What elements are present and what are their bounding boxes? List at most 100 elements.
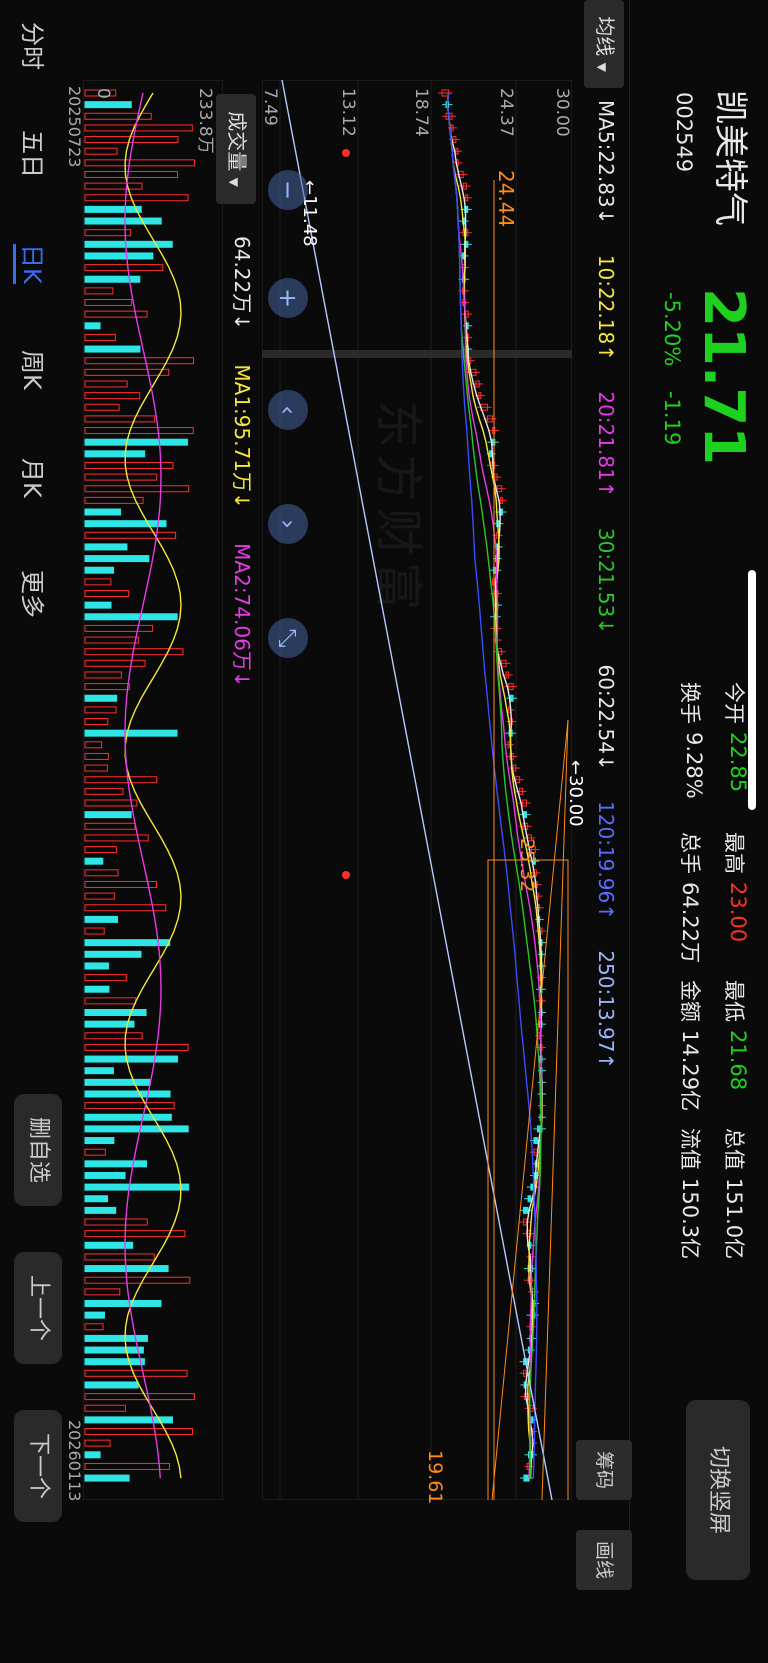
high-annotation: 24.44 <box>494 170 518 228</box>
volume-bar <box>84 915 118 923</box>
draw-line-button[interactable]: 画线 <box>576 1530 632 1590</box>
volume-bar <box>84 1428 194 1436</box>
volume-bar <box>84 997 137 1005</box>
volume-bar <box>84 1113 172 1121</box>
volume-bar <box>84 811 132 819</box>
volume-bar <box>84 1311 105 1319</box>
ma-selector-label: 均线 <box>593 16 617 57</box>
volume-bar <box>84 1369 188 1377</box>
ma-values: MA5:22.83↓ 10:22.18↑ 20:21.81↑ 30:21.53↓… <box>594 100 618 1093</box>
scroll-right-icon[interactable]: › <box>268 504 308 544</box>
volume-chart[interactable] <box>83 80 223 1500</box>
volume-bar <box>84 1160 148 1168</box>
zoom-in-icon[interactable]: + <box>268 278 308 318</box>
volume-bar <box>84 880 158 888</box>
volume-bar <box>84 1171 126 1179</box>
tab-2[interactable]: 日K <box>17 244 52 284</box>
volume-bar <box>84 427 194 435</box>
volume-bar <box>84 275 141 283</box>
volume-ma1: MA1:95.71万↓ <box>230 364 254 509</box>
volume-bar <box>84 310 148 318</box>
scroll-left-icon[interactable]: ‹ <box>268 390 308 430</box>
tab-5[interactable]: 更多 <box>17 570 52 618</box>
volume-bar <box>84 706 117 714</box>
candle-body <box>533 1137 538 1145</box>
tab-4[interactable]: 月K <box>17 458 52 498</box>
volume-bar <box>84 555 150 563</box>
reset-icon[interactable]: ⤡ <box>268 618 308 658</box>
volume-bar <box>84 159 196 167</box>
volume-bar <box>84 299 132 307</box>
ma30-value: 30:21.53↓ <box>594 527 618 635</box>
current-price: 21.71 <box>691 288 756 466</box>
volume-bar <box>84 345 141 353</box>
switch-portrait-button[interactable]: 切换竖屏 <box>686 1400 750 1580</box>
volume-value: 64.22万↓ <box>230 236 254 331</box>
volume-bar <box>84 357 195 365</box>
max-marker: ←30.00 <box>565 760 586 827</box>
volume-bar <box>84 799 138 807</box>
volume-bar <box>84 787 124 795</box>
stat-label: 最高 <box>722 832 746 874</box>
volume-bar <box>84 1253 155 1261</box>
volume-bar <box>84 1462 170 1470</box>
volume-bar <box>84 322 101 330</box>
volume-bar <box>84 1183 190 1191</box>
candle-body <box>527 1195 532 1203</box>
volume-bar <box>84 741 103 749</box>
price-change: -5.20% -1.19 <box>660 292 684 463</box>
zoom-out-icon[interactable]: − <box>268 170 308 210</box>
volume-bar <box>84 252 154 260</box>
volume-bar <box>84 683 130 691</box>
volume-bar <box>84 1358 145 1366</box>
tab-0[interactable]: 分时 <box>17 22 52 70</box>
marker-dot <box>342 149 350 157</box>
candle-body <box>489 450 493 458</box>
stat-label: 今开 <box>722 682 746 724</box>
date-end: 20260113 <box>65 1420 84 1502</box>
range-low-annotation: 19.61 <box>424 1450 446 1505</box>
ma120-value: 120:19.96↑ <box>594 801 618 920</box>
volume-bar <box>84 543 128 551</box>
volume-bar <box>84 671 122 679</box>
ma60-value: 60:22.54↓ <box>594 664 618 771</box>
kline-chart[interactable] <box>262 80 572 1500</box>
active-tab-underline <box>13 244 16 284</box>
stat-value: 22.85 <box>726 732 750 793</box>
stock-name: 凯美特气 <box>710 90 750 226</box>
volume-frame <box>83 80 223 1500</box>
volume-bar <box>84 1206 117 1214</box>
volume-axis-min: 0 <box>93 88 113 99</box>
volume-bar <box>84 403 120 411</box>
volume-bar <box>84 170 179 178</box>
ma-line-ma120 <box>446 92 538 1479</box>
previous-button[interactable]: 上一个 <box>14 1252 62 1364</box>
next-button[interactable]: 下一个 <box>14 1410 62 1522</box>
ma-selector[interactable]: 均线 ▼ <box>584 0 624 88</box>
volume-bar <box>84 1346 144 1354</box>
change-absolute: -1.19 <box>660 390 684 446</box>
price-axis-max: 30.00 <box>552 88 572 137</box>
volume-bar <box>84 461 174 469</box>
dropdown-icon: ▼ <box>595 62 609 72</box>
chips-button[interactable]: 筹码 <box>576 1440 632 1500</box>
volume-bar <box>84 415 156 423</box>
remove-watchlist-button[interactable]: 删自选 <box>14 1094 62 1206</box>
stat-value: 14.29亿 <box>678 1030 702 1112</box>
volume-bar <box>84 124 193 132</box>
volume-bar <box>84 1148 106 1156</box>
volume-bar <box>84 566 115 574</box>
stat-value: 23.00 <box>726 882 750 943</box>
ma5-value: MA5:22.83↓ <box>594 100 618 225</box>
volume-bar <box>84 473 158 481</box>
tab-1[interactable]: 五日 <box>17 130 52 178</box>
tab-3[interactable]: 周K <box>17 350 52 390</box>
volume-bar <box>84 450 146 458</box>
volume-bar <box>84 578 112 586</box>
volume-bar <box>84 1451 101 1459</box>
candle-body <box>510 694 514 702</box>
volume-bar <box>84 380 128 388</box>
candle-body <box>530 1416 534 1424</box>
price-axis-2: 24.37 <box>496 88 516 137</box>
divider <box>629 0 630 1580</box>
